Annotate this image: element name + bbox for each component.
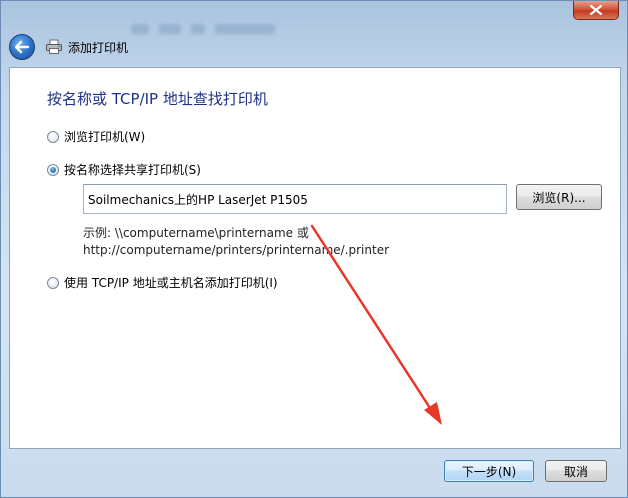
option-label: 使用 TCP/IP 地址或主机名添加打印机(I) (64, 276, 278, 290)
browse-button[interactable]: 浏览(R)... (516, 184, 602, 210)
back-button[interactable] (9, 34, 35, 60)
close-button[interactable] (573, 1, 619, 20)
page-heading: 按名称或 TCP/IP 地址查找打印机 (47, 90, 268, 108)
radio-select-shared-printer[interactable] (47, 163, 59, 176)
next-button[interactable]: 下一步(N) (444, 460, 534, 482)
back-arrow-icon (14, 40, 30, 54)
nav-row: 添加打印机 (9, 32, 619, 62)
radio-tcpip-hostname[interactable] (47, 276, 59, 289)
printer-name-input[interactable] (83, 184, 507, 214)
radio-browse-printer[interactable] (47, 130, 59, 143)
printer-icon (46, 39, 62, 54)
option-tcpip-hostname[interactable]: 使用 TCP/IP 地址或主机名添加打印机(I) (47, 274, 278, 291)
content-panel: 按名称或 TCP/IP 地址查找打印机 浏览打印机(W) 按名称选择共享打印机(… (9, 67, 621, 449)
wizard-window: 添加打印机 按名称或 TCP/IP 地址查找打印机 浏览打印机(W) 按名称选择… (0, 0, 628, 498)
option-label: 浏览打印机(W) (64, 130, 146, 144)
cancel-button[interactable]: 取消 (545, 460, 607, 482)
example-text: 示例: \\computername\printername 或 http://… (83, 225, 389, 259)
option-label: 按名称选择共享打印机(S) (64, 163, 201, 177)
option-browse-printer[interactable]: 浏览打印机(W) (47, 128, 145, 145)
option-select-shared-printer[interactable]: 按名称选择共享打印机(S) (47, 161, 201, 178)
close-icon (590, 5, 602, 15)
wizard-title: 添加打印机 (68, 40, 129, 55)
example-line-1: 示例: \\computername\printername 或 (83, 226, 309, 240)
example-line-2: http://computername/printers/printername… (83, 243, 390, 257)
